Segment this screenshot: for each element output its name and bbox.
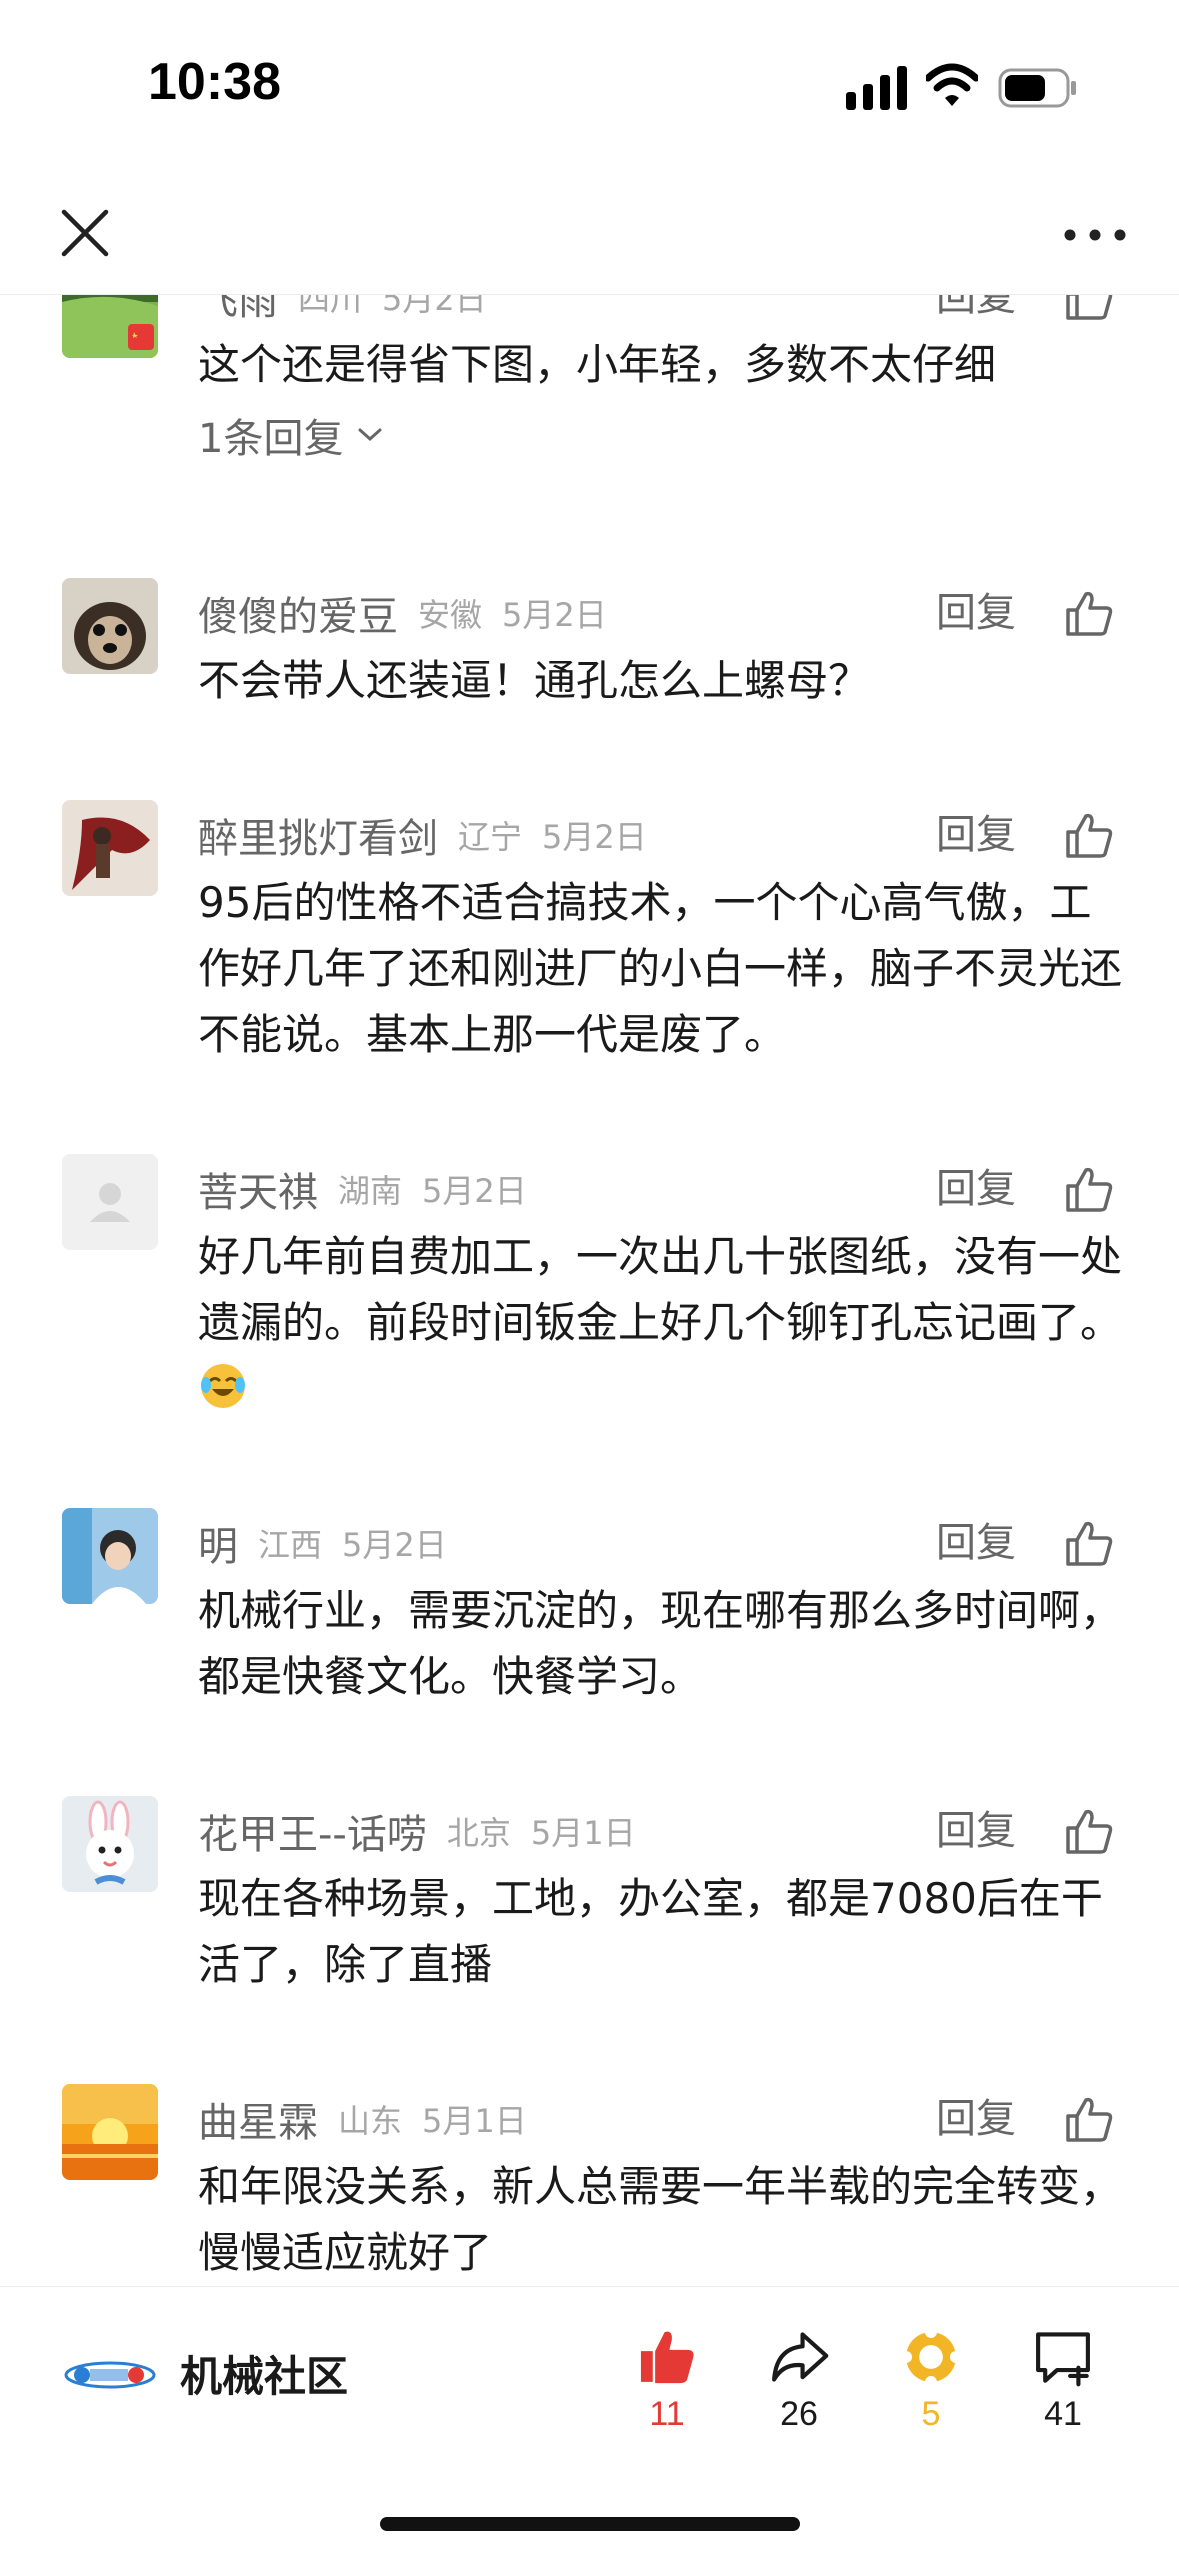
status-bar: 10:38 [0, 0, 1179, 170]
community-name[interactable]: 机械社区 [180, 2343, 348, 2404]
commenter-region: 四川 [298, 294, 363, 318]
laugh-cry-emoji-icon [201, 1364, 245, 1408]
comment-text: 好几年前自费加工，一次出几十张图纸，没有一处遗漏的。前段时间钣金上好几个铆钉孔忘… [198, 1232, 1123, 1347]
wifi-icon [926, 63, 978, 106]
thumbs-up-icon[interactable] [1062, 2092, 1116, 2146]
close-icon[interactable] [52, 200, 118, 266]
status-time: 10:38 [148, 53, 281, 111]
home-indicator[interactable] [380, 2517, 800, 2531]
reply-button[interactable]: 回复 [936, 2084, 1016, 2154]
thumbs-up-icon[interactable] [1062, 294, 1116, 324]
avatar[interactable] [62, 800, 158, 896]
avatar[interactable] [62, 1508, 158, 1604]
comment-text: 现在各种场景，工地，办公室，都是7080后在干活了，除了直播 [198, 1874, 1103, 1989]
comment-date: 5月1日 [530, 1814, 636, 1852]
favorite-action[interactable]: 5 [876, 2325, 986, 2434]
share-count: 26 [780, 2395, 818, 2433]
community-logo-icon[interactable] [60, 2349, 160, 2399]
comment-add-icon [1036, 2332, 1090, 2387]
thumbs-up-icon [640, 2331, 694, 2384]
reply-button[interactable]: 回复 [936, 800, 1016, 870]
signal-icon [846, 66, 907, 110]
commenter-region: 江西 [258, 1526, 323, 1564]
reply-button[interactable]: 回复 [936, 578, 1016, 648]
comments-list: 飞雨 四川 5月2日 回复 这个还是得省下图，小年轻，多数不太仔细 1条回复 傻… [0, 294, 1179, 2286]
comment-date: 5月2日 [502, 596, 607, 634]
comment-text: 这个还是得省下图，小年轻，多数不太仔细 [198, 340, 997, 389]
favorite-icon [900, 2326, 962, 2388]
commenter-name[interactable]: 傻傻的爱豆 [198, 584, 398, 642]
thumbs-up-icon[interactable] [1062, 808, 1116, 862]
comment-date: 5月2日 [382, 294, 487, 318]
thumbs-up-icon[interactable] [1062, 586, 1116, 640]
commenter-name[interactable]: 菩天祺 [198, 1160, 318, 1218]
comment-date: 5月2日 [342, 1526, 447, 1564]
commenter-region: 辽宁 [458, 818, 523, 856]
avatar[interactable] [62, 1796, 158, 1892]
commenter-region: 山东 [338, 2102, 403, 2140]
avatar[interactable] [62, 578, 158, 674]
share-icon [772, 2332, 829, 2382]
comment-date: 5月2日 [542, 818, 647, 856]
avatar[interactable] [62, 294, 158, 358]
like-action[interactable]: 11 [612, 2325, 722, 2434]
chevron-down-icon [358, 428, 382, 442]
nav-bar [0, 170, 1179, 295]
comment-text: 不会带人还装逼！通孔怎么上螺母？ [198, 656, 871, 705]
reply-button[interactable]: 回复 [936, 294, 1016, 332]
favorite-count: 5 [921, 2395, 941, 2433]
reply-button[interactable]: 回复 [936, 1154, 1016, 1224]
battery-icon [998, 68, 1076, 108]
thumbs-up-icon[interactable] [1062, 1516, 1116, 1570]
comment-date: 5月2日 [422, 1172, 527, 1210]
avatar[interactable] [62, 2084, 158, 2180]
share-action[interactable]: 26 [744, 2325, 854, 2434]
avatar[interactable] [62, 1154, 158, 1250]
replies-count-label: 1条回复 [198, 416, 344, 462]
comment-action[interactable]: 41 [1008, 2325, 1118, 2434]
comment-date: 5月1日 [422, 2102, 527, 2140]
commenter-name[interactable]: 明 [198, 1514, 238, 1572]
thumbs-up-icon[interactable] [1062, 1162, 1116, 1216]
comment-text: 95后的性格不适合搞技术，一个个心高气傲，工作好几年了还和刚进厂的小白一样，脑子… [198, 878, 1123, 1059]
commenter-name[interactable]: 飞雨 [198, 294, 278, 326]
bottom-action-bar: 机械社区 11 26 5 41 [0, 2286, 1179, 2557]
reply-button[interactable]: 回复 [936, 1796, 1016, 1866]
more-dots-icon[interactable] [1060, 210, 1130, 260]
comment-text: 和年限没关系，新人总需要一年半载的完全转变，慢慢适应就好了 [198, 2162, 1123, 2277]
reply-button[interactable]: 回复 [936, 1508, 1016, 1578]
commenter-name[interactable]: 曲星霖 [198, 2090, 318, 2148]
comment-text: 机械行业，需要沉淀的，现在哪有那么多时间啊，都是快餐文化。快餐学习。 [198, 1586, 1123, 1701]
commenter-region: 安徽 [418, 596, 483, 634]
commenter-name[interactable]: 醉里挑灯看剑 [198, 806, 438, 864]
comment-count: 41 [1044, 2395, 1082, 2433]
commenter-name[interactable]: 花甲王--话唠 [198, 1802, 427, 1860]
commenter-region: 北京 [446, 1814, 511, 1852]
replies-toggle[interactable]: 1条回复 [198, 406, 383, 464]
thumbs-up-icon[interactable] [1062, 1804, 1116, 1858]
commenter-region: 湖南 [338, 1172, 403, 1210]
like-count: 11 [649, 2395, 685, 2433]
